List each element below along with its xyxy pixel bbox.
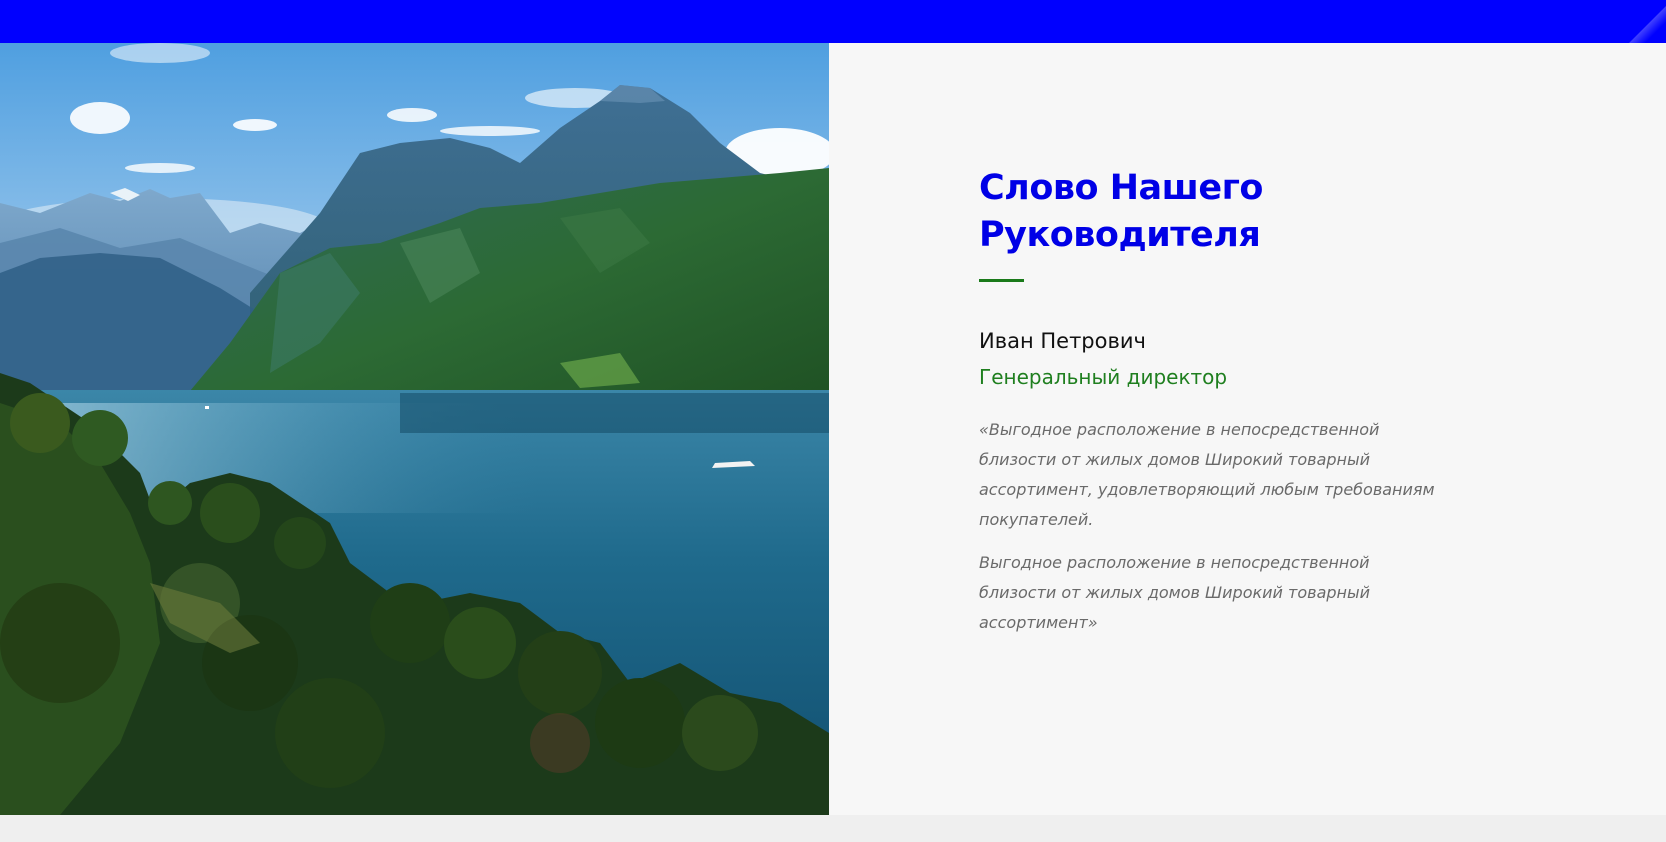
heading-line-1: Слово Нашего bbox=[979, 168, 1263, 208]
leader-word-section: Слово Нашего Руководителя Иван Петрович … bbox=[0, 43, 1666, 815]
heading-line-2: Руководителя bbox=[979, 215, 1261, 255]
leader-message: Слово Нашего Руководителя Иван Петрович … bbox=[979, 165, 1449, 638]
section-heading: Слово Нашего Руководителя bbox=[979, 165, 1449, 259]
header-corner-decoration bbox=[1626, 0, 1666, 43]
landscape-image bbox=[0, 43, 829, 815]
leader-name: Иван Петрович bbox=[979, 329, 1146, 353]
quote-paragraph-2: Выгодное расположение в непосредственной… bbox=[979, 553, 1371, 632]
top-header-bar bbox=[0, 0, 1666, 43]
page-bottom-strip bbox=[0, 815, 1666, 842]
quote-paragraph-1: «Выгодное расположение в непосредственно… bbox=[979, 420, 1435, 529]
heading-divider bbox=[979, 279, 1024, 282]
leader-role: Генеральный директор bbox=[979, 365, 1228, 389]
landscape-photo bbox=[0, 43, 829, 815]
